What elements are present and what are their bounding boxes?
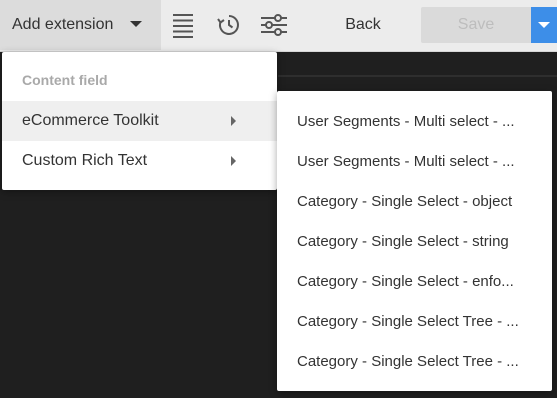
history-icon[interactable] — [213, 10, 243, 40]
submenu-item-label: User Segments - Multi select - ... — [297, 112, 515, 130]
chevron-right-icon — [231, 116, 236, 126]
toolbar: Add extension Back Save — [0, 0, 557, 52]
add-extension-button[interactable]: Add extension — [0, 0, 161, 50]
save-button[interactable]: Save — [421, 7, 531, 43]
submenu-item[interactable]: User Segments - Multi select - ... — [277, 101, 552, 141]
submenu-item[interactable]: Category - Single Select Tree - ... — [277, 301, 552, 341]
save-options-button[interactable] — [531, 7, 557, 43]
submenu-item-label: Category - Single Select - enfo... — [297, 272, 514, 290]
chevron-down-icon — [130, 21, 142, 27]
back-button[interactable]: Back — [326, 8, 400, 42]
submenu-item[interactable]: Category - Single Select - object — [277, 181, 552, 221]
submenu-item[interactable]: Category - Single Select Tree - ... — [277, 341, 552, 381]
divider — [278, 75, 557, 77]
submenu-item-label: Category - Single Select - string — [297, 232, 509, 250]
submenu-item-label: Category - Single Select Tree - ... — [297, 352, 519, 370]
menu-item-label: Custom Rich Text — [22, 152, 148, 169]
menu-header: Content field — [22, 72, 108, 88]
submenu-item-label: Category - Single Select - object — [297, 192, 513, 210]
menu-item-ecommerce-toolkit[interactable]: eCommerce Toolkit — [2, 101, 277, 141]
menu-item-custom-rich-text[interactable]: Custom Rich Text — [2, 141, 277, 181]
submenu-item[interactable]: Category - Single Select - string — [277, 221, 552, 261]
chevron-down-icon — [538, 22, 550, 28]
list-view-icon[interactable] — [168, 10, 198, 40]
submenu-item-label: Category - Single Select Tree - ... — [297, 312, 519, 330]
chevron-right-icon — [231, 156, 236, 166]
submenu-item[interactable]: Category - Single Select - enfo... — [277, 261, 552, 301]
add-extension-label: Add extension — [12, 16, 114, 33]
extension-menu: Content field eCommerce Toolkit Custom R… — [2, 52, 277, 190]
submenu-item-label: User Segments - Multi select - ... — [297, 152, 515, 170]
submenu-item[interactable]: User Segments - Multi select - ... — [277, 141, 552, 181]
settings-sliders-icon[interactable] — [259, 10, 289, 40]
menu-item-label: eCommerce Toolkit — [22, 112, 159, 129]
ecommerce-toolkit-submenu: User Segments - Multi select - ... User … — [277, 91, 552, 391]
